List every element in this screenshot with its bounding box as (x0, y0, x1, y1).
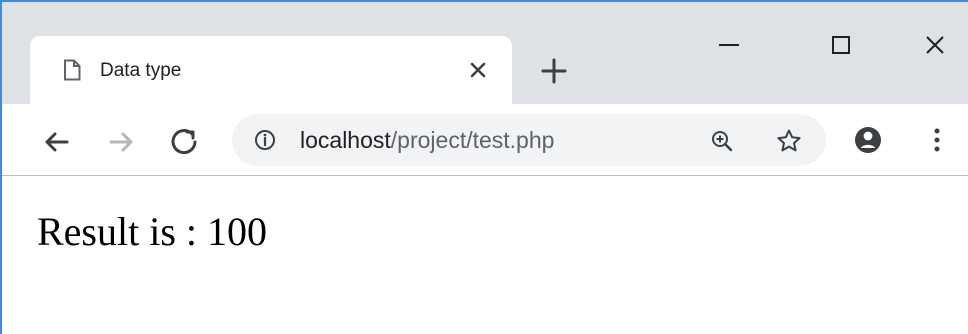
info-icon[interactable] (254, 129, 276, 151)
tab-title: Data type (100, 60, 182, 81)
url-host: localhost (300, 127, 391, 153)
document-icon (63, 59, 81, 81)
address-url[interactable]: localhost/project/test.php (300, 127, 554, 153)
account-icon[interactable] (854, 126, 882, 154)
more-menu-icon[interactable] (926, 126, 948, 154)
reload-icon[interactable] (168, 125, 200, 157)
address-bar[interactable]: localhost/project/test.php (232, 114, 826, 166)
forward-arrow-icon[interactable] (106, 126, 138, 158)
back-arrow-icon[interactable] (40, 126, 72, 158)
plus-icon[interactable] (540, 57, 568, 85)
url-path: /project/test.php (390, 127, 555, 153)
close-tab-icon[interactable] (466, 58, 490, 82)
close-icon[interactable] (922, 32, 948, 58)
tab-data-type[interactable]: Data type (30, 36, 512, 104)
browser-toolbar: localhost/project/test.php (2, 104, 968, 176)
zoom-in-icon[interactable] (710, 129, 734, 153)
browser-window: Data type localhost/project/test.php Res… (0, 0, 968, 334)
page-content: Result is : 100 (2, 176, 968, 334)
minimize-icon[interactable] (716, 32, 742, 58)
star-icon[interactable] (776, 128, 802, 154)
result-text: Result is : 100 (37, 209, 268, 254)
browser-title-bar: Data type (2, 2, 968, 104)
maximize-icon[interactable] (828, 32, 854, 58)
